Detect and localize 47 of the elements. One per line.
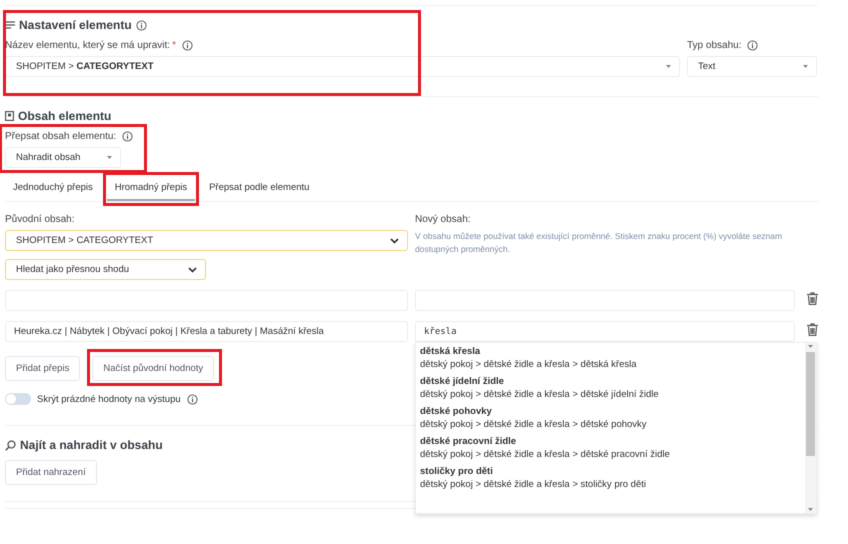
content-type-select[interactable]: Text <box>687 56 817 77</box>
field-label: Nový obsah: <box>415 214 471 225</box>
trash-icon[interactable] <box>807 322 818 336</box>
lines-icon <box>5 21 15 29</box>
tab[interactable]: Jednoduchý přepis <box>5 176 101 201</box>
original-content-select[interactable]: SHOPITEM > CATEGORYTEXT <box>5 230 408 251</box>
info-icon <box>747 40 758 51</box>
caret-icon <box>107 156 112 159</box>
toggle-label: Skrýt prázdné hodnoty na výstupu <box>37 394 181 404</box>
tab[interactable]: Hromadný přepis <box>106 176 196 201</box>
chevron-down-icon <box>188 266 197 272</box>
action-button[interactable]: Přidat přepis <box>5 356 80 381</box>
field-label: Původní obsah: <box>5 214 74 225</box>
match-mode-select[interactable]: Hledat jako přesnou shodu <box>5 259 206 280</box>
suggestion-item[interactable]: dětské jídelní židle dětský pokoj > dětské židle a křesla > dětské jídelní židle <box>420 375 801 401</box>
caret-icon <box>666 65 671 68</box>
caret-icon <box>808 345 813 348</box>
caret-icon <box>803 65 808 68</box>
search-icon <box>5 440 16 450</box>
toggle-switch[interactable] <box>5 393 31 405</box>
info-icon <box>186 394 198 404</box>
scrollbar[interactable] <box>805 343 816 513</box>
required-mark: * <box>172 40 176 51</box>
action-button[interactable]: Načíst původní hodnoty <box>92 356 214 381</box>
section-title: Nastavení elementu <box>19 18 132 32</box>
info-icon <box>182 40 193 51</box>
trash-icon[interactable] <box>807 292 818 304</box>
suggestion-item[interactable]: stoličky pro děti dětský pokoj > dětské židle a křesla > stoličky pro děti <box>420 465 801 491</box>
field-label: Typ obsahu: <box>687 40 742 51</box>
suggestion-item[interactable]: dětská křesla dětský pokoj > dětské židle a křesla > dětská křesla <box>420 345 801 371</box>
original-value-field[interactable]: Heureka.cz | Nábytek | Obývací pokoj | Křesla a taburety | Masážní křesla <box>5 321 408 342</box>
chevron-down-icon <box>390 238 399 244</box>
add-replacement-button[interactable]: Přidat nahrazení <box>5 460 97 485</box>
tab[interactable]: Přepsat podle elementu <box>201 176 318 201</box>
field-label: Přepsat obsah elementu: <box>5 131 116 142</box>
element-name-select[interactable]: SHOPITEM > CATEGORYTEXT <box>5 56 680 77</box>
field-label: Název elementu, který se má upravit: <box>5 40 170 51</box>
clipboard-icon <box>5 111 14 121</box>
help-text: V obsahu můžete používat také existující proměnné. Stiskem znaku procent (%) vyvoláte seznam dostupných proměnných. <box>415 230 784 256</box>
new-value-field[interactable]: křesla <box>415 321 795 342</box>
suggestion-item[interactable]: dětské pracovní židle dětský pokoj > dětské židle a křesla > dětské pracovní židle <box>420 435 801 461</box>
section-title: Najít a nahradit v obsahu <box>20 438 163 452</box>
info-icon <box>136 20 147 30</box>
suggestion-item[interactable]: dětské pohovky dětský pokoj > dětské židle a křesla > dětské pohovky <box>420 405 801 431</box>
section-title: Obsah elementu <box>18 109 112 123</box>
overwrite-mode-select[interactable]: Nahradit obsah <box>5 147 121 168</box>
info-icon <box>122 131 134 142</box>
